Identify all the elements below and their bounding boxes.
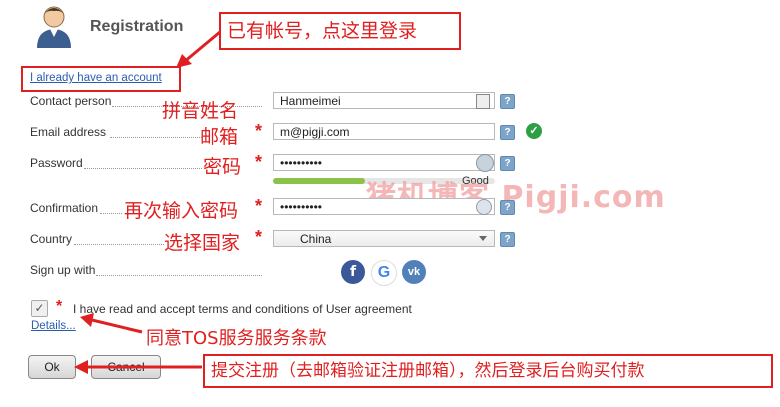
email-annotation: 邮箱 [200,126,239,148]
contact-label: Contact person [30,94,112,108]
help-icon[interactable]: ? [500,200,515,215]
chevron-down-icon [479,236,487,241]
email-label: Email address [30,125,107,139]
label-leader [110,137,202,138]
arrow-icon [80,313,143,334]
email-input[interactable]: m@pigji.com [273,123,495,140]
confirmation-input[interactable]: •••••••••• [273,198,495,215]
agreement-checkbox[interactable]: ✓ [31,300,48,317]
password-annotation: 密码 [203,156,242,178]
login-link[interactable]: I already have an account [30,72,162,84]
arrow-icon [74,360,202,374]
login-hint-annotation: 已有帐号，点这里登录 [219,12,461,50]
refresh-icon[interactable] [476,199,492,215]
help-icon[interactable]: ? [500,125,515,140]
label-leader [84,168,202,169]
contact-input[interactable]: Hanmeimei [273,92,495,109]
confirmation-annotation: 再次输入密码 [124,200,239,222]
arrow-icon [176,30,221,68]
confirmation-label: Confirmation [30,201,99,215]
country-annotation: 选择国家 [164,232,241,254]
facebook-icon[interactable]: f [341,260,365,284]
vk-icon[interactable]: vk [402,260,426,284]
required-star: * [255,121,263,141]
check-icon: ✓ [526,123,542,139]
google-icon[interactable]: G [371,260,397,286]
signup-with-label: Sign up with [30,263,96,277]
label-leader [100,213,122,214]
required-star: * [255,152,263,172]
required-star: * [255,227,263,247]
submit-annotation: 提交注册（去邮箱验证注册邮箱），然后登录后台购买付款 [203,354,773,388]
password-label: Password [30,156,83,170]
ok-button[interactable]: Ok [28,355,76,379]
label-leader [74,244,164,245]
help-icon[interactable]: ? [500,156,515,171]
details-link[interactable]: Details... [31,320,76,332]
country-select[interactable]: China [273,230,495,247]
required-star: * [255,196,263,216]
strength-bar-fill [273,178,365,184]
contact-card-icon [476,94,490,109]
password-generator-icon[interactable] [476,154,494,172]
tos-annotation: 同意TOS服务服务条款 [146,328,327,349]
user-avatar-icon [34,4,74,48]
help-icon[interactable]: ? [500,94,515,109]
contact-annotation: 拼音姓名 [162,100,239,122]
label-leader [96,275,262,276]
required-star: * [56,298,63,315]
password-input[interactable]: •••••••••• [273,154,495,171]
help-icon[interactable]: ? [500,232,515,247]
country-label: Country [30,232,73,246]
